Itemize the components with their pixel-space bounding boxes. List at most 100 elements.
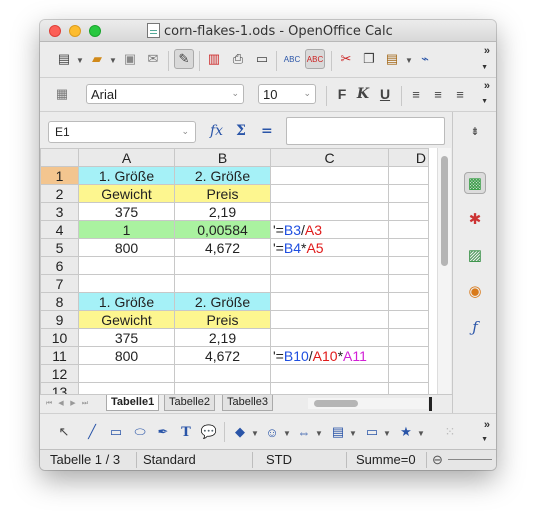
row-header[interactable]: 8 [40, 292, 79, 311]
clone-formatting-icon[interactable]: ⌁ [415, 49, 435, 69]
close-window-button[interactable] [49, 25, 61, 37]
cell-a11[interactable]: 800 [78, 346, 175, 365]
tab-resize-handle[interactable] [429, 397, 432, 411]
cell-c11[interactable]: '=B10/A10*A11 [270, 346, 389, 365]
previous-sheet-icon[interactable]: ◀ [56, 398, 66, 410]
cell-a9[interactable]: Gewicht [78, 310, 175, 329]
cell-b5[interactable]: 4,672 [174, 238, 271, 257]
row-header[interactable]: 3 [40, 202, 79, 221]
cell-c7[interactable] [270, 274, 389, 293]
align-right-icon[interactable]: ≡ [450, 84, 470, 104]
align-left-icon[interactable]: ≡ [406, 84, 426, 104]
cell-b13[interactable] [174, 382, 271, 394]
selection-mode-status[interactable]: STD [266, 452, 292, 467]
points-icon[interactable]: ⁙ [440, 422, 460, 442]
stars-dropdown-icon[interactable]: ▼ [417, 429, 425, 438]
row-header[interactable]: 6 [40, 256, 79, 275]
cell-d7[interactable] [388, 274, 429, 293]
cell-d12[interactable] [388, 364, 429, 383]
zoom-slider[interactable] [448, 459, 492, 460]
toolbar-options-icon[interactable]: ▼ [481, 436, 488, 443]
font-size-box[interactable]: 10 ⌄ [258, 84, 316, 104]
toolbar-overflow-icon[interactable]: » [484, 46, 490, 57]
name-box[interactable]: E1 ⌄ [48, 121, 196, 143]
cell-d5[interactable] [388, 238, 429, 257]
cell-c13[interactable] [270, 382, 389, 394]
properties-icon[interactable]: ▩ [464, 172, 486, 194]
function-button[interactable]: = [261, 123, 273, 139]
freeform-tool-icon[interactable]: ✒ [153, 422, 173, 442]
shapes-dropdown-icon[interactable]: ▼ [251, 429, 259, 438]
cell-d4[interactable] [388, 220, 429, 239]
edit-file-icon[interactable]: ✎ [174, 49, 194, 69]
row-header[interactable]: 13 [40, 382, 79, 394]
print-icon[interactable]: ⎙ [228, 49, 248, 69]
cell-a10[interactable]: 375 [78, 328, 175, 347]
row-header[interactable]: 4 [40, 220, 79, 239]
maximize-window-button[interactable] [89, 25, 101, 37]
cell-d2[interactable] [388, 184, 429, 203]
cell-c3[interactable] [270, 202, 389, 221]
row-header[interactable]: 9 [40, 310, 79, 329]
cell-b11[interactable]: 4,672 [174, 346, 271, 365]
page-style-status[interactable]: Standard [143, 452, 196, 467]
column-header-b[interactable]: B [174, 148, 271, 167]
cell-d11[interactable] [388, 346, 429, 365]
cell-d6[interactable] [388, 256, 429, 275]
row-header[interactable]: 5 [40, 238, 79, 257]
cell-b10[interactable]: 2,19 [174, 328, 271, 347]
export-pdf-icon[interactable]: ▥ [204, 49, 224, 69]
cell-c2[interactable] [270, 184, 389, 203]
vertical-scrollbar[interactable] [437, 148, 451, 394]
align-center-icon[interactable]: ≡ [428, 84, 448, 104]
gallery-icon[interactable]: ▨ [464, 244, 486, 266]
cell-b2[interactable]: Preis [174, 184, 271, 203]
sheet-tab[interactable]: Tabelle2 [164, 395, 215, 411]
cell-d1[interactable] [388, 166, 429, 185]
cell-c6[interactable] [270, 256, 389, 275]
cell-b12[interactable] [174, 364, 271, 383]
flowchart-dropdown-icon[interactable]: ▼ [349, 429, 357, 438]
cell-d13[interactable] [388, 382, 429, 394]
column-header-d[interactable]: D [388, 148, 429, 167]
cell-d3[interactable] [388, 202, 429, 221]
cell-c9[interactable] [270, 310, 389, 329]
cell-b9[interactable]: Preis [174, 310, 271, 329]
function-wizard-button[interactable]: fx [210, 123, 223, 139]
autospellcheck-icon[interactable]: ABC [305, 49, 325, 69]
cell-a1[interactable]: 1. Größe [78, 166, 175, 185]
sidebar-menu-icon[interactable]: ⇟ [464, 120, 486, 142]
block-arrows-icon[interactable]: ⇔ [294, 422, 314, 442]
minimize-window-button[interactable] [69, 25, 81, 37]
navigator-icon[interactable]: ◉ [464, 280, 486, 302]
italic-button[interactable]: K [353, 84, 373, 104]
column-header-a[interactable]: A [78, 148, 175, 167]
cell-a8[interactable]: 1. Größe [78, 292, 175, 311]
callouts-dropdown-icon[interactable]: ▼ [383, 429, 391, 438]
cell-b4[interactable]: 0,00584 [174, 220, 271, 239]
first-sheet-icon[interactable]: ⏮ [44, 398, 54, 410]
row-header[interactable]: 1 [40, 166, 79, 185]
arrows-dropdown-icon[interactable]: ▼ [315, 429, 323, 438]
cell-d8[interactable] [388, 292, 429, 311]
column-header-c[interactable]: C [270, 148, 389, 167]
open-folder-icon[interactable]: ▰ [87, 49, 107, 69]
row-header[interactable]: 2 [40, 184, 79, 203]
flowchart-icon[interactable]: ▤ [328, 422, 348, 442]
cell-c8[interactable] [270, 292, 389, 311]
cell-a4[interactable]: 1 [78, 220, 175, 239]
sum-button[interactable]: Σ [236, 123, 246, 139]
functions-icon[interactable]: ƒ [464, 316, 486, 338]
vertical-scroll-thumb[interactable] [441, 156, 448, 266]
row-header[interactable]: 11 [40, 346, 79, 365]
sheet-tab[interactable]: Tabelle3 [222, 395, 273, 411]
font-name-box[interactable]: Arial ⌄ [86, 84, 244, 104]
cell-c1[interactable] [270, 166, 389, 185]
next-sheet-icon[interactable]: ▶ [68, 398, 78, 410]
cell-d10[interactable] [388, 328, 429, 347]
cell-c10[interactable] [270, 328, 389, 347]
cell-a3[interactable]: 375 [78, 202, 175, 221]
cell-c4[interactable]: '=B3/A3 [270, 220, 389, 239]
spreadsheet-grid[interactable]: A B C D 1 1. Größe 2. Größe 2 Gewicht Pr… [40, 148, 444, 394]
toolbar-options-icon[interactable]: ▼ [481, 64, 488, 71]
